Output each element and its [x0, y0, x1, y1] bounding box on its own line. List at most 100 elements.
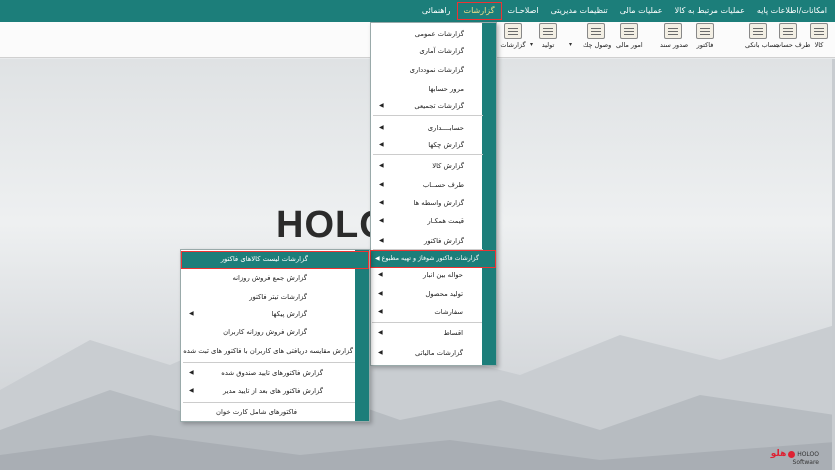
brand-dot-icon [788, 451, 796, 458]
toolbar-reports-button[interactable]: گزارشات [500, 23, 526, 49]
chevron-left-icon: ◀ [189, 387, 194, 394]
submenu-item-invoice-goods-list[interactable]: گزارشات لیست کالاهای فاکتور [181, 251, 369, 269]
toolbar-label: تولید [541, 41, 555, 49]
box-icon [810, 23, 828, 39]
submenu-item-couriers[interactable]: گزارش پیکها ◀ [181, 305, 357, 323]
toolbar-label: حساب بانکی [745, 41, 780, 49]
submenu-item-users-daily-sales[interactable]: گزارش فروش روزانه کاربران [181, 323, 357, 341]
menu-item-label: فاکتورهای شامل کارت خوان [216, 408, 297, 416]
toolbar-issue-document-button[interactable]: صدور سند [660, 23, 689, 49]
menu-separator [183, 362, 355, 363]
toolbar-label: وصول چك [583, 41, 612, 49]
chevron-left-icon: ◀ [379, 124, 384, 131]
chevron-left-icon: ◀ [379, 199, 384, 206]
menu-item-label: گزارشات نمودداری [409, 66, 464, 74]
menu-reports[interactable]: گزارشات [456, 2, 502, 20]
menu-item-label: گزارشات عمومی [414, 30, 464, 38]
menu-financial-ops[interactable]: عملیات مالی [614, 2, 669, 20]
menu-item-label: گزارشات تجمیعی [414, 102, 464, 110]
menu-item-label: گزارش کالا [432, 162, 464, 170]
menu-item-label: طرف حســاب [422, 181, 464, 189]
menu-item-general-reports[interactable]: گزارشات عمومی [371, 25, 484, 43]
menu-item-label: گزارش فاکتور های بعد از تایید مدیر [222, 387, 323, 395]
toolbar-invoice-button[interactable]: فاکتور [692, 23, 718, 49]
menu-item-label: گزارشات آماری [419, 47, 464, 55]
menu-item-label: گزارش فاکتورهای تایید صندوق شده [221, 369, 323, 377]
menu-item-installments[interactable]: اقساط ◀ [370, 324, 483, 342]
menu-item-account-party[interactable]: طرف حســاب ◀ [371, 176, 484, 194]
menu-basic-info[interactable]: امکانات/اطلاعات پایه [751, 2, 833, 20]
toolbar-bank-account-button[interactable]: حساب بانکی [745, 23, 780, 49]
chevron-left-icon: ◀ [189, 310, 194, 317]
menu-item-intermediaries[interactable]: گزارش واسطه ها ◀ [371, 194, 484, 212]
toolbar-label: صدور سند [660, 41, 689, 49]
menu-item-cheque-reports[interactable]: گزارش چکها ◀ [371, 136, 484, 154]
submenu-item-cashbox-approved-invoices[interactable]: گزارش فاکتورهای تایید صندوق شده ◀ [181, 364, 357, 382]
menu-item-accounting[interactable]: حسابــــداری ◀ [371, 119, 484, 137]
submenu-item-after-manager-approval[interactable]: گزارش فاکتور های بعد از تایید مدیر ◀ [181, 382, 357, 400]
chevron-left-icon: ◀ [379, 102, 384, 109]
submenu-item-invoice-headers[interactable]: گزارشات تیتر فاکتور [181, 288, 357, 306]
menu-item-label: گزارش پیکها [271, 310, 307, 318]
menu-item-warehouse-transfer[interactable]: حواله بین انبار ◀ [370, 266, 483, 284]
toolbar-label: گزارشات [500, 41, 526, 49]
submenu-item-card-reader-invoices[interactable]: فاکتورهای شامل کارت خوان [181, 403, 357, 421]
chevron-left-icon: ◀ [378, 349, 383, 356]
menu-item-label: اقساط [443, 329, 463, 337]
chevron-left-icon: ◀ [379, 181, 384, 188]
menu-help[interactable]: راهنمائی [416, 2, 457, 20]
chevron-left-icon: ◀ [379, 162, 384, 169]
brand-en: HOLOO [797, 451, 819, 458]
menu-item-label: گزارش چکها [428, 141, 464, 149]
check-icon [587, 23, 605, 39]
brand-logo: هلو HOLOO Software [771, 449, 819, 466]
menu-item-label: گزارش مقایسه دریافتی های کاربران با فاکت… [183, 347, 353, 355]
report-icon [504, 23, 522, 39]
chevron-left-icon: ◀ [379, 141, 384, 148]
invoice-icon [696, 23, 714, 39]
document-icon [664, 23, 682, 39]
menu-item-invoice-report[interactable]: گزارش فاکتور ◀ [371, 232, 484, 250]
menu-item-accounts-review[interactable]: مرور حسابها [371, 80, 484, 98]
chevron-left-icon: ◀ [378, 290, 383, 297]
menu-item-label: سفارشات [434, 308, 463, 316]
submenu-gutter [355, 250, 369, 421]
menu-bar: امکانات/اطلاعات پایه عملیات مرتبط به کال… [0, 0, 835, 22]
toolbar-production-button[interactable]: تولید [535, 23, 561, 49]
submenu-item-users-receipts-comparison[interactable]: گزارش مقایسه دریافتی های کاربران با فاکت… [181, 342, 357, 360]
factory-icon [539, 23, 557, 39]
dropdown-caret-icon[interactable]: ▾ [530, 41, 533, 48]
menu-separator [373, 115, 483, 116]
bank-icon [749, 23, 767, 39]
menu-admin-settings[interactable]: تنظیمات مدیریتی [545, 2, 614, 20]
menu-goods-ops[interactable]: عملیات مرتبط به کالا [669, 2, 751, 20]
chevron-left-icon: ◀ [378, 271, 383, 278]
menu-corrections[interactable]: اصلاحـات [502, 2, 545, 20]
menu-item-tax-reports[interactable]: گزارشات مالیاتی ◀ [370, 344, 483, 362]
chevron-left-icon: ◀ [379, 217, 384, 224]
menu-item-label: تولید محصول [425, 290, 463, 298]
chevron-left-icon: ◀ [375, 255, 380, 262]
menu-item-production[interactable]: تولید محصول ◀ [370, 285, 483, 303]
menu-separator [372, 322, 482, 323]
menu-item-orders[interactable]: سفارشات ◀ [370, 303, 483, 321]
menu-item-label: گزارشات فاکتور شوفاژ و تهیه مطبوع [381, 255, 479, 262]
menu-item-partner-price[interactable]: قیمت همکـار ◀ [371, 212, 484, 230]
menu-item-label: مرور حسابها [428, 85, 464, 93]
toolbar-cheque-collection-button[interactable]: وصول چك [583, 23, 612, 49]
dropdown-caret-icon[interactable]: ▾ [569, 41, 572, 48]
person-icon [779, 23, 797, 39]
menu-separator [373, 154, 483, 155]
menu-item-chart-reports[interactable]: گزارشات نمودداری [371, 61, 484, 79]
submenu-item-daily-sales-total[interactable]: گزارش جمع فروش روزانه [181, 269, 357, 287]
finance-icon [620, 23, 638, 39]
menu-item-label: گزارش فاکتور [423, 237, 464, 245]
menu-item-statistical-reports[interactable]: گزارشات آماری [371, 42, 484, 60]
menu-item-goods-report[interactable]: گزارش کالا ◀ [371, 157, 484, 175]
toolbar-finance-button[interactable]: امور مالی [616, 23, 643, 49]
menu-item-label: گزارشات لیست کالاهای فاکتور [220, 255, 308, 263]
menu-item-label: گزارش فروش روزانه کاربران [223, 328, 307, 336]
menu-item-label: حواله بین انبار [423, 271, 463, 279]
menu-item-label: گزارش واسطه ها [413, 199, 464, 207]
menu-item-aggregate-reports[interactable]: گزارشات تجمیعی ◀ [371, 97, 484, 115]
